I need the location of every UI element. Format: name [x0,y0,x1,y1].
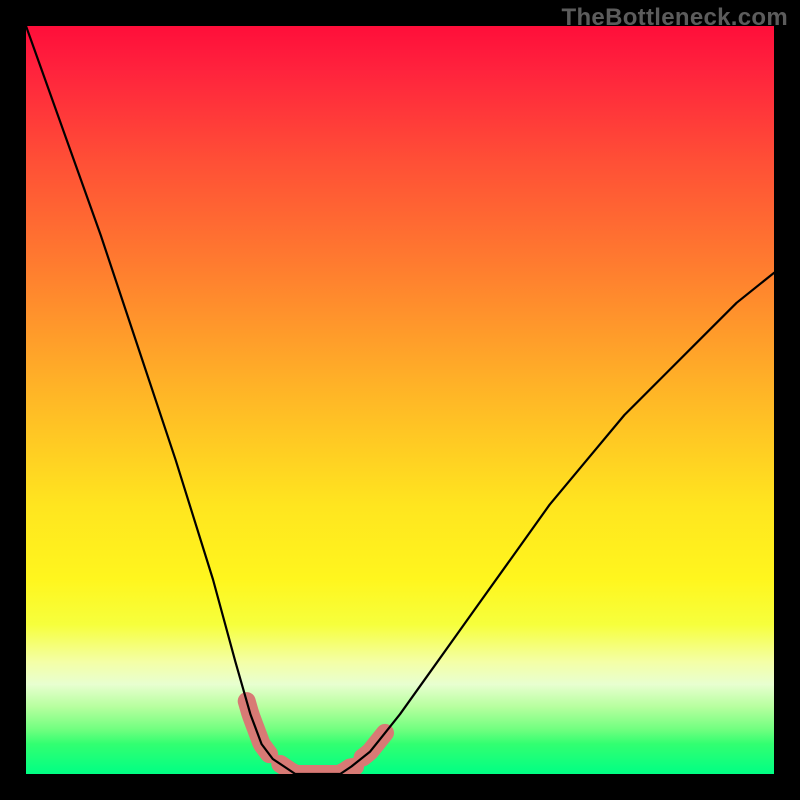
bottleneck-curve [26,26,774,774]
curve-line [26,26,774,774]
curve-group [26,26,774,774]
chart-frame: TheBottleneck.com [0,0,800,800]
watermark-text: TheBottleneck.com [562,4,788,32]
plot-area [26,26,774,774]
